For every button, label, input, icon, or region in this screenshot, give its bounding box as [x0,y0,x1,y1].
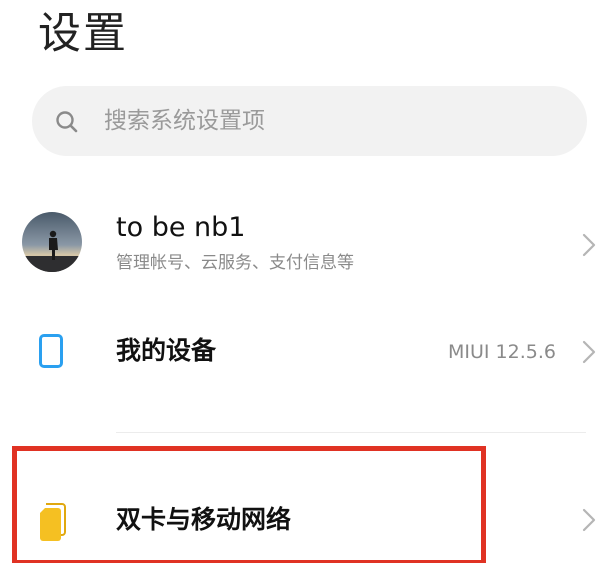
account-name: to be nb1 [116,212,246,243]
account-row[interactable]: to be nb1 管理帐号、云服务、支付信息等 [0,200,612,290]
page-title: 设置 [38,9,128,59]
search-input[interactable] [104,86,564,156]
highlight-box [12,446,486,563]
avatar [22,212,82,272]
chevron-right-icon [582,340,596,364]
my-device-row[interactable]: 我的设备 MIUI 12.5.6 [0,312,612,392]
account-subtitle: 管理帐号、云服务、支付信息等 [116,253,354,273]
chevron-right-icon [582,233,596,257]
phone-icon [39,334,63,368]
chevron-right-icon [582,508,596,532]
search-icon [56,111,78,133]
my-device-label: 我的设备 [116,336,217,365]
miui-version: MIUI 12.5.6 [448,341,556,363]
divider [116,432,586,433]
search-bar[interactable] [32,86,587,156]
settings-screen: 设置 to be nb1 管理帐号、云服务、支付信息等 [0,0,612,563]
